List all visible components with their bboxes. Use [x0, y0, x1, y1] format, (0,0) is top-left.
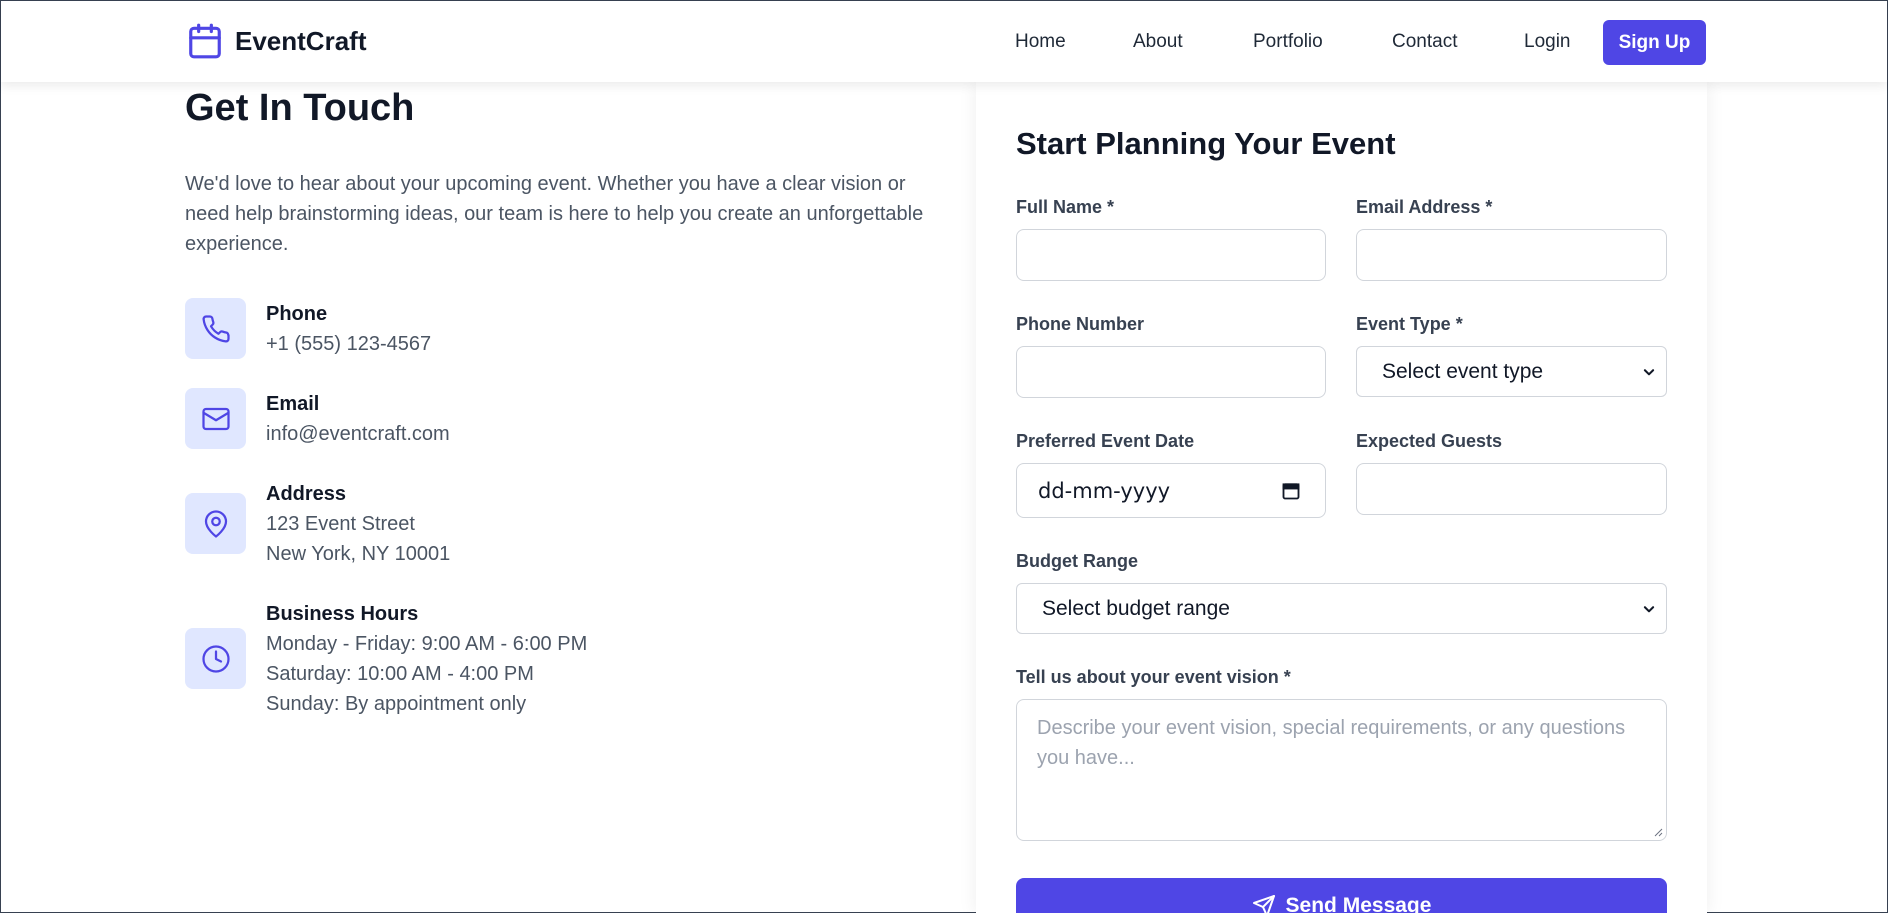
- brand-name: EventCraft: [235, 25, 367, 56]
- nav-home[interactable]: Home: [1015, 31, 1066, 53]
- mail-icon-box: [185, 388, 246, 449]
- event-type-selected: Select event type: [1382, 359, 1544, 383]
- map-pin-icon: [204, 509, 227, 538]
- phone-field[interactable]: [1016, 346, 1326, 398]
- page-title: Get In Touch: [185, 87, 415, 129]
- nav-contact[interactable]: Contact: [1392, 31, 1457, 53]
- full-name-field[interactable]: [1016, 229, 1326, 281]
- site-header: EventCraft Home About Portfolio Contact …: [1, 1, 1887, 82]
- email-value: info@eventcraft.com: [266, 423, 450, 445]
- form-title: Start Planning Your Event: [1016, 126, 1396, 161]
- budget-range-label: Budget Range: [1016, 551, 1139, 571]
- send-message-label: Send Message: [1285, 894, 1432, 913]
- hours-line-3: Sunday: By appointment only: [266, 693, 527, 715]
- email-field[interactable]: [1356, 229, 1667, 281]
- clock-icon-box: [185, 628, 246, 689]
- hours-line-1: Monday - Friday: 9:00 AM - 6:00 PM: [266, 633, 588, 655]
- nav-portfolio[interactable]: Portfolio: [1253, 31, 1323, 53]
- event-type-label: Event Type *: [1356, 314, 1463, 334]
- phone-value: +1 (555) 123-4567: [266, 333, 432, 355]
- hours-line-2: Saturday: 10:00 AM - 4:00 PM: [266, 663, 534, 685]
- event-vision-placeholder: Describe your event vision, special requ…: [1037, 717, 1626, 769]
- event-date-field[interactable]: dd-mm-yyyy: [1016, 463, 1326, 518]
- budget-range-selected: Select budget range: [1042, 596, 1230, 620]
- phone-number-label: Phone Number: [1016, 314, 1145, 334]
- calendar-icon: [189, 23, 221, 59]
- hours-label: Business Hours: [266, 603, 419, 625]
- brand-logo[interactable]: EventCraft: [186, 22, 366, 60]
- mail-icon: [201, 407, 230, 430]
- signup-button[interactable]: Sign Up: [1603, 20, 1706, 65]
- event-date-placeholder: dd-mm-yyyy: [1038, 478, 1171, 503]
- budget-range-select[interactable]: Select budget range: [1016, 583, 1667, 634]
- send-message-button[interactable]: Send Message: [1016, 878, 1667, 913]
- phone-label: Phone: [266, 303, 328, 325]
- email-address-label: Email Address *: [1356, 197, 1493, 217]
- address-label: Address: [266, 483, 347, 505]
- intro-text: We'd love to hear about your upcoming ev…: [185, 173, 924, 255]
- event-vision-label: Tell us about your event vision *: [1016, 667, 1291, 687]
- nav-login[interactable]: Login: [1524, 31, 1571, 53]
- event-type-select[interactable]: Select event type: [1356, 346, 1667, 397]
- expected-guests-label: Expected Guests: [1356, 431, 1503, 451]
- address-line-2: New York, NY 10001: [266, 543, 451, 565]
- event-vision-textarea[interactable]: Describe your event vision, special requ…: [1016, 699, 1667, 841]
- chevron-down-icon: [1643, 606, 1655, 613]
- phone-icon: [202, 314, 230, 342]
- map-pin-icon-box: [185, 493, 246, 554]
- clock-icon: [201, 644, 230, 673]
- event-date-label: Preferred Event Date: [1016, 431, 1195, 451]
- calendar-picker-icon[interactable]: [1281, 481, 1301, 501]
- resize-grip-icon[interactable]: [1653, 827, 1663, 837]
- nav-about[interactable]: About: [1133, 31, 1183, 53]
- send-icon: [1252, 895, 1275, 913]
- full-name-label: Full Name *: [1016, 197, 1115, 217]
- chevron-down-icon: [1643, 369, 1655, 376]
- phone-icon-box: [185, 298, 246, 359]
- expected-guests-field[interactable]: [1356, 463, 1667, 515]
- address-line-1: 123 Event Street: [266, 513, 415, 535]
- email-label: Email: [266, 393, 320, 415]
